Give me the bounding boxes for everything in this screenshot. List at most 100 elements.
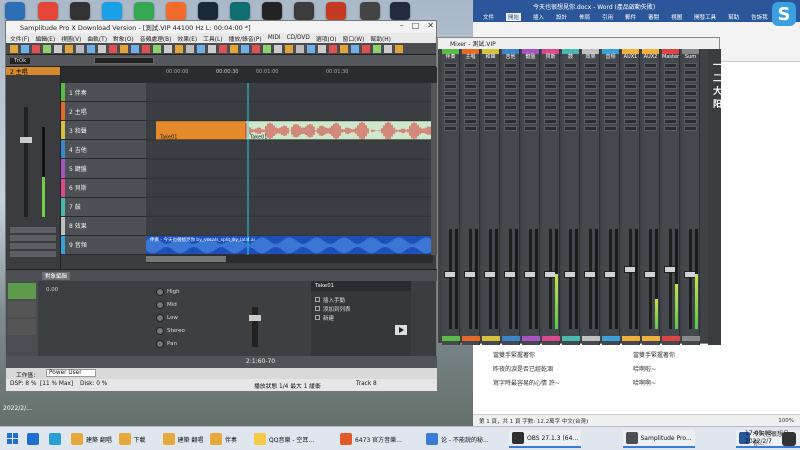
track-header[interactable]: 7 鼓: [61, 197, 146, 217]
channel-fader[interactable]: [584, 229, 596, 329]
checkbox-icon[interactable]: [315, 297, 320, 302]
track-header[interactable]: 2 主唱: [61, 102, 146, 122]
menu-item[interactable]: 選項(O): [316, 34, 337, 43]
tempo-field[interactable]: TrOk: [10, 57, 31, 64]
toolbar-tool-icon[interactable]: [373, 45, 381, 53]
insert-slot[interactable]: [484, 84, 497, 89]
track-header[interactable]: 4 吉他: [61, 140, 146, 160]
menu-item[interactable]: 播放/錄音(P): [229, 34, 262, 43]
insert-slot[interactable]: [544, 119, 557, 124]
menu-item[interactable]: 視圖(V): [61, 34, 81, 43]
track-lane[interactable]: [146, 83, 433, 102]
knob-icon[interactable]: [156, 300, 164, 309]
track-header[interactable]: 3 和聲: [61, 121, 146, 141]
channel-fader[interactable]: [604, 229, 616, 329]
channel-fader[interactable]: [484, 229, 496, 329]
insert-slot[interactable]: [624, 98, 637, 103]
toolbar-tool-icon[interactable]: [208, 45, 216, 53]
insert-slot[interactable]: [684, 98, 697, 103]
insert-slot[interactable]: [484, 63, 497, 68]
toolbar-tool-icon[interactable]: [252, 45, 260, 53]
toolbar-tool-icon[interactable]: [384, 45, 392, 53]
tab-object-editor[interactable]: 對象編輯: [42, 272, 71, 280]
toolbar-tool-icon[interactable]: [98, 45, 106, 53]
checkbox-icon[interactable]: [315, 315, 320, 320]
insert-slot[interactable]: [444, 98, 457, 103]
insert-slot[interactable]: [524, 70, 537, 75]
menu-item[interactable]: 幫助(H): [370, 34, 390, 43]
insert-slot[interactable]: [464, 112, 477, 117]
menu-item[interactable]: 音頻處理(B): [140, 34, 172, 43]
insert-slot[interactable]: [564, 105, 577, 110]
taskbar-app[interactable]: 下載: [116, 430, 149, 448]
insert-slot[interactable]: [684, 77, 697, 82]
toolbar-tool-icon[interactable]: [175, 45, 183, 53]
insert-slot[interactable]: [464, 63, 477, 68]
knob-icon[interactable]: [156, 326, 164, 335]
insert-slot[interactable]: [644, 84, 657, 89]
insert-slot[interactable]: [504, 91, 517, 96]
track-lane[interactable]: [146, 102, 433, 121]
insert-slot[interactable]: [524, 105, 537, 110]
toolbar-tool-icon[interactable]: [340, 45, 348, 53]
insert-slot[interactable]: [524, 119, 537, 124]
insert-slot[interactable]: [504, 112, 517, 117]
insert-slot[interactable]: [564, 91, 577, 96]
insert-slot[interactable]: [444, 77, 457, 82]
track-header[interactable]: 8 效果: [61, 216, 146, 236]
insert-slot[interactable]: [544, 91, 557, 96]
insert-slot[interactable]: [584, 126, 597, 131]
toolbar-tool-icon[interactable]: [65, 45, 73, 53]
desktop-app-icon[interactable]: [102, 2, 122, 20]
channel-fader[interactable]: [504, 229, 516, 329]
insert-slot[interactable]: [504, 105, 517, 110]
insert-slot[interactable]: [564, 77, 577, 82]
insert-slot[interactable]: [504, 119, 517, 124]
desktop-app-icon[interactable]: [198, 2, 218, 20]
insert-slot[interactable]: [524, 126, 537, 131]
word-tab[interactable]: 佈局: [579, 13, 590, 21]
desktop-app-icon[interactable]: [5, 2, 25, 20]
insert-slot[interactable]: [464, 91, 477, 96]
insert-slot[interactable]: [584, 70, 597, 75]
insert-slot[interactable]: [524, 63, 537, 68]
menu-item[interactable]: 編輯(E): [35, 34, 55, 43]
insert-slot[interactable]: [564, 112, 577, 117]
toolbar-tool-icon[interactable]: [329, 45, 337, 53]
insert-slot[interactable]: [444, 119, 457, 124]
toolbar-tool-icon[interactable]: [87, 45, 95, 53]
insert-slot[interactable]: [444, 70, 457, 75]
toolbar-tool-icon[interactable]: [76, 45, 84, 53]
insert-slot[interactable]: [624, 77, 637, 82]
insert-slot[interactable]: [604, 91, 617, 96]
track-header[interactable]: 1 伴奏: [61, 83, 146, 103]
insert-slot[interactable]: [604, 70, 617, 75]
insert-slot[interactable]: [584, 105, 597, 110]
desktop-app-icon[interactable]: [230, 2, 250, 20]
insert-slot[interactable]: [564, 63, 577, 68]
insert-slot[interactable]: [644, 77, 657, 82]
insert-slot[interactable]: [464, 126, 477, 131]
track-lane[interactable]: [146, 216, 433, 235]
workspace-select[interactable]: Power User: [46, 369, 96, 377]
track-lane[interactable]: [146, 197, 433, 216]
insert-slot[interactable]: [464, 98, 477, 103]
toolbar-tool-icon[interactable]: [285, 45, 293, 53]
word-tab[interactable]: 開始: [506, 13, 522, 21]
timeline-ruler[interactable]: 00:00:00 00:00:30 00:00:30 00:01:00 00:01:30: [61, 67, 437, 83]
insert-slot[interactable]: [584, 84, 597, 89]
insert-slot[interactable]: [464, 105, 477, 110]
taskbar-app[interactable]: 6473 官方音樂...: [337, 430, 405, 448]
insert-slot[interactable]: [604, 98, 617, 103]
track-lane[interactable]: [146, 159, 433, 178]
insert-slot[interactable]: [444, 63, 457, 68]
insert-slot[interactable]: [504, 84, 517, 89]
insert-slot[interactable]: [464, 77, 477, 82]
insert-slot[interactable]: [484, 126, 497, 131]
taskbar-app[interactable]: OBS 27.1.3 (64...: [509, 430, 582, 448]
toolbar-tool-icon[interactable]: [10, 45, 18, 53]
insert-slot[interactable]: [684, 112, 697, 117]
insert-slot[interactable]: [484, 119, 497, 124]
insert-slot[interactable]: [564, 70, 577, 75]
insert-slot[interactable]: [524, 112, 537, 117]
